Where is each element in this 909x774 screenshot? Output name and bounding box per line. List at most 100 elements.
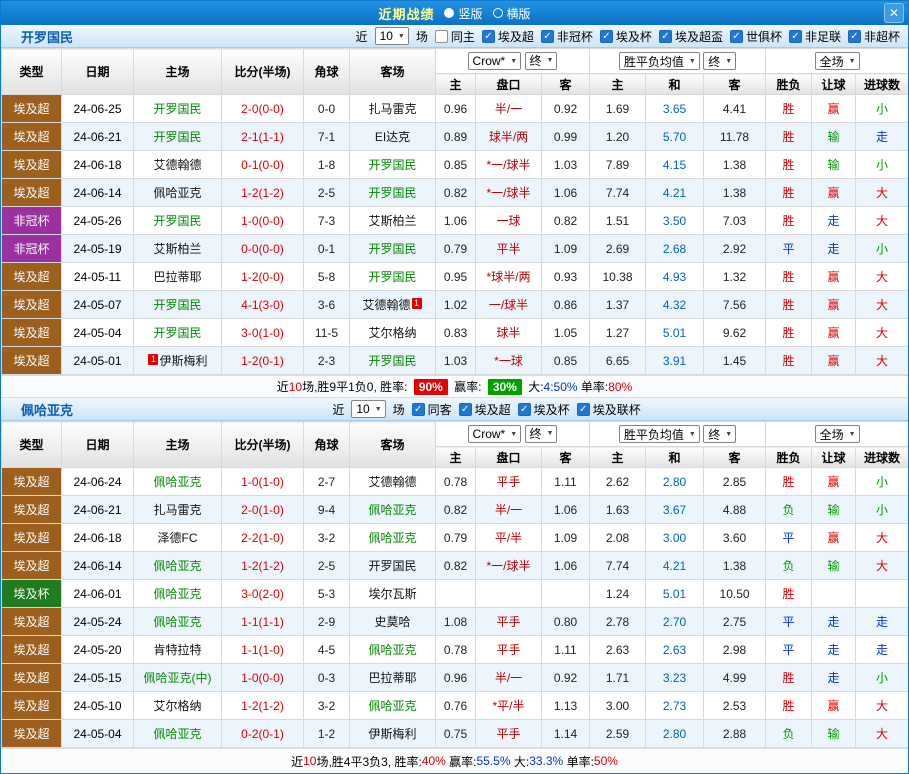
home-team[interactable]: 巴拉蒂耶 [133,262,222,291]
checkbox-checked-icon[interactable]: ✓ [411,402,425,416]
checkbox-label: 埃及超 [497,29,534,44]
filter-checkbox[interactable]: ✓ 同客 [411,401,452,418]
home-team[interactable]: 泽德FC [133,523,222,552]
filter-checkbox[interactable]: ✓ 埃及超盃 [658,28,723,45]
away-team[interactable]: 开罗国民 [349,150,436,179]
checkbox-checked-icon[interactable]: ✓ [788,29,802,43]
final-odds-select[interactable]: 终 ▼ [524,51,558,70]
home-team[interactable]: 佩哈亚克 [133,467,222,496]
filter-checkbox[interactable]: ✓ 埃及超 [458,401,511,418]
fulltime-select[interactable]: 全场 ▼ [814,52,860,70]
away-team[interactable]: 艾斯柏兰 [349,206,436,235]
asian-handicap: 半/一 [475,495,542,524]
filter-checkbox[interactable]: ✓ 非超杯 [847,28,900,45]
close-icon[interactable]: ✕ [884,3,904,23]
home-team[interactable]: 佩哈亚克 [133,607,222,636]
asian-odds-home: 0.82 [435,551,476,580]
euro-odds-away: 10.50 [703,579,767,608]
home-team[interactable]: 艾斯柏兰 [133,234,222,263]
checkbox-checked-icon[interactable]: ✓ [517,402,531,416]
home-team[interactable]: 开罗国民 [133,318,222,347]
home-team[interactable]: 开罗国民 [133,122,222,151]
away-team[interactable]: 艾德翰德 [349,467,436,496]
final-euro-select[interactable]: 终 ▼ [703,52,737,70]
filter-checkbox[interactable]: ✓ 埃及杯 [517,401,570,418]
checkbox-checked-icon[interactable]: ✓ [481,29,495,43]
checkbox-label: 世俱杯 [745,29,782,44]
away-team[interactable]: 开罗国民 [349,262,436,291]
checkbox-checked-icon[interactable]: ✓ [540,29,554,43]
final-odds-select[interactable]: 终 ▼ [524,424,558,443]
match-row: 埃及超 24-06-18 艾德翰德 0-1(0-0) 1-8 开罗国民 0.85 *一/球半 1… [1,150,908,179]
away-team[interactable]: 埃尔瓦斯 [349,579,436,608]
away-team[interactable]: EI达克 [349,122,436,151]
away-team[interactable]: 佩哈亚克 [349,635,436,664]
recent-count-select[interactable]: 10 ▼ [374,27,409,45]
home-team[interactable]: 开罗国民 [133,206,222,235]
home-team[interactable]: 佩哈亚克 [133,579,222,608]
home-team[interactable]: 佩哈亚克 [133,178,222,207]
checkbox-checked-icon[interactable]: ✓ [847,29,861,43]
checkbox-checked-icon[interactable]: ✓ [729,29,743,43]
away-team[interactable]: 开罗国民 [349,346,436,375]
radio-horizontal-layout[interactable]: 横版 [492,5,531,22]
checkbox-checked-icon[interactable]: ✓ [458,402,472,416]
radio-vertical-layout[interactable]: 竖版 [444,5,483,22]
col-result: 胜负 [765,446,813,468]
away-team[interactable]: 佩哈亚克 [349,495,436,524]
bookmaker-select[interactable]: Crow* ▼ [467,425,522,444]
away-team[interactable]: 开罗国民 [349,551,436,580]
away-team[interactable]: 开罗国民 [349,234,436,263]
filter-checkbox[interactable]: ✓ 非冠杯 [540,28,593,45]
fulltime-select[interactable]: 全场 ▼ [814,425,860,443]
chevron-down-icon: ▼ [374,405,382,413]
euro-odds-home: 1.51 [589,206,647,235]
titlebar: 近期战绩 竖版 横版 ✕ [1,1,908,25]
filter-checkbox[interactable]: 同主 [434,28,475,45]
filter-checkbox[interactable]: ✓ 埃及杯 [599,28,652,45]
final-euro-select[interactable]: 终 ▼ [703,425,737,443]
handicap-result: 赢 [811,467,857,496]
away-team[interactable]: 史莫哈 [349,607,436,636]
handicap-result: 走 [811,663,857,692]
filter-checkbox[interactable]: ✓ 世俱杯 [729,28,782,45]
away-team[interactable]: 扎马雷克 [349,94,436,123]
checkbox-label: 埃及超盃 [674,29,723,44]
home-team[interactable]: 艾德翰德 [133,150,222,179]
radio-icon[interactable] [444,8,455,18]
away-team[interactable]: 伊斯梅利 [349,719,436,748]
checkbox-unchecked-icon[interactable] [434,29,448,43]
home-team[interactable]: 佩哈亚克 [133,551,222,580]
bookmaker-select[interactable]: Crow* ▼ [467,52,522,71]
away-team[interactable]: 艾德翰德 1 [349,290,436,319]
filter-checkbox[interactable]: ✓ 埃及超 [481,28,534,45]
home-team[interactable]: 艾尔格纳 [133,691,222,720]
checkbox-checked-icon[interactable]: ✓ [658,29,672,43]
home-team[interactable]: 扎马雷克 [133,495,222,524]
match-date: 24-05-04 [61,318,134,347]
home-team[interactable]: 开罗国民 [133,94,222,123]
home-team[interactable]: 1 伊斯梅利 [133,346,222,375]
home-team[interactable]: 肯特拉特 [133,635,222,664]
checkbox-checked-icon[interactable]: ✓ [576,402,590,416]
away-team[interactable]: 巴拉蒂耶 [349,663,436,692]
home-team[interactable]: 开罗国民 [133,290,222,319]
avg-odds-select[interactable]: 胜平负均值 ▼ [618,425,700,443]
filter-checkbox[interactable]: ✓ 非足联 [788,28,841,45]
radio-icon[interactable] [492,8,503,18]
home-team[interactable]: 佩哈亚克(中) [133,663,222,692]
home-team[interactable]: 佩哈亚克 [133,719,222,748]
match-date: 24-06-18 [61,150,134,179]
filter-checkbox[interactable]: ✓ 埃及联杯 [576,401,641,418]
match-row: 埃及超 24-05-04 佩哈亚克 0-2(0-1) 1-2 伊斯梅利 0.75 平手 1.14… [1,719,908,748]
handicap-result: 走 [811,635,857,664]
avg-odds-select[interactable]: 胜平负均值 ▼ [618,52,700,70]
away-team[interactable]: 佩哈亚克 [349,691,436,720]
euro-odds-away: 1.32 [703,262,767,291]
recent-count-select[interactable]: 10 ▼ [351,400,386,418]
score-halftime: 0-1(0-0) [221,150,304,179]
checkbox-checked-icon[interactable]: ✓ [599,29,613,43]
away-team[interactable]: 艾尔格纳 [349,318,436,347]
away-team[interactable]: 佩哈亚克 [349,523,436,552]
away-team[interactable]: 开罗国民 [349,178,436,207]
